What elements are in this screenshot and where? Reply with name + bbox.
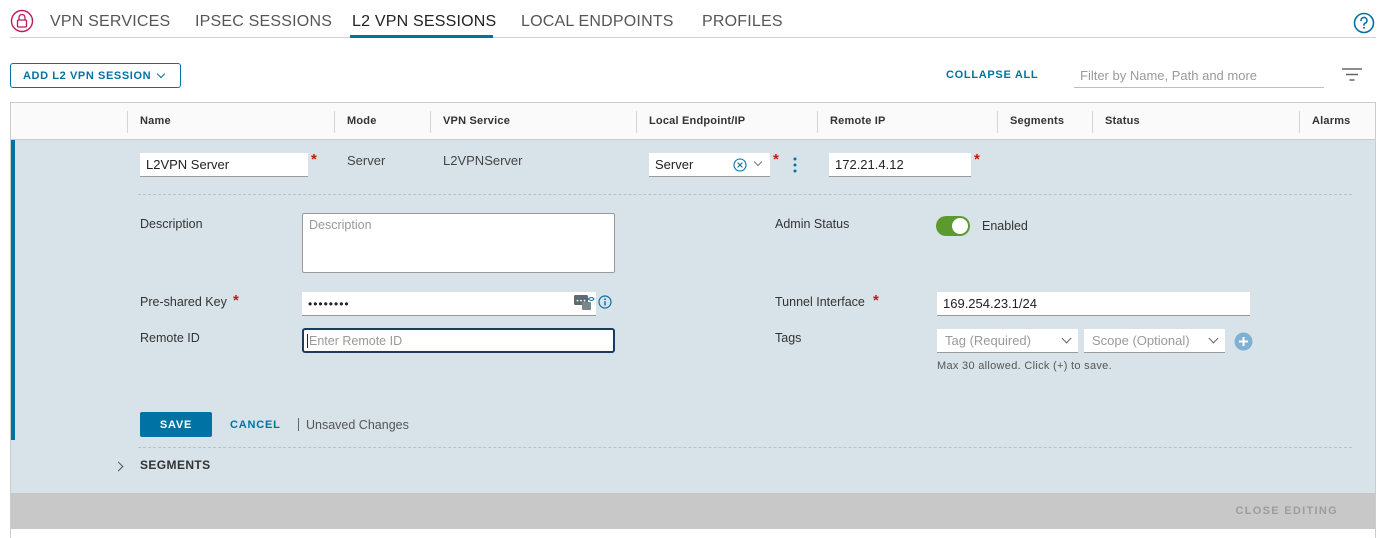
column-header-remote-ip[interactable]: Remote IP bbox=[830, 115, 886, 127]
tunnel-interface-input[interactable]: 169.254.23.1/24 bbox=[937, 292, 1250, 316]
save-label: SAVE bbox=[159, 418, 193, 431]
help-icon[interactable] bbox=[1353, 12, 1375, 34]
name-input[interactable]: L2VPN Server bbox=[140, 153, 308, 177]
local-endpoint-value: Server bbox=[655, 157, 694, 172]
scope-select[interactable]: Scope (Optional) bbox=[1084, 329, 1225, 353]
column-header-alarms[interactable]: Alarms bbox=[1312, 115, 1351, 127]
filter-icon[interactable] bbox=[1341, 67, 1363, 83]
add-l2-vpn-session-button[interactable]: ADD L2 VPN SESSION bbox=[10, 63, 181, 88]
tags-helper-text: Max 30 allowed. Click (+) to save. bbox=[937, 360, 1112, 372]
column-header-name[interactable]: Name bbox=[140, 115, 171, 127]
top-nav: VPN SERVICES IPSEC SESSIONS L2 VPN SESSI… bbox=[0, 0, 1386, 40]
column-header-local-endpoint[interactable]: Local Endpoint/IP bbox=[649, 115, 745, 127]
description-label: Description bbox=[140, 217, 203, 231]
column-separator bbox=[1299, 111, 1300, 133]
tab-local-endpoints[interactable]: LOCAL ENDPOINTS bbox=[521, 13, 674, 31]
edit-row-indicator bbox=[11, 140, 15, 440]
remote-id-input[interactable]: Enter Remote ID bbox=[302, 328, 615, 353]
chevron-down-icon bbox=[1208, 333, 1219, 344]
chevron-right-icon[interactable] bbox=[113, 461, 124, 472]
vpn-lock-icon bbox=[10, 9, 34, 33]
description-textarea[interactable]: Description bbox=[302, 213, 615, 273]
column-separator bbox=[997, 111, 998, 133]
column-header-mode[interactable]: Mode bbox=[347, 115, 377, 127]
add-tag-icon[interactable] bbox=[1234, 332, 1253, 351]
admin-status-toggle[interactable] bbox=[936, 216, 970, 236]
tab-profiles[interactable]: PROFILES bbox=[702, 13, 783, 31]
column-header-vpn-service[interactable]: VPN Service bbox=[443, 115, 510, 127]
required-marker: * bbox=[873, 292, 879, 309]
sessions-grid: Name Mode VPN Service Local Endpoint/IP … bbox=[10, 102, 1376, 538]
nav-divider bbox=[10, 37, 1376, 38]
tunnel-interface-value: 169.254.23.1/24 bbox=[943, 296, 1037, 311]
divider bbox=[138, 447, 1352, 448]
edit-footer-bar: CLOSE EDITING bbox=[11, 493, 1375, 529]
info-icon[interactable] bbox=[598, 295, 612, 309]
divider bbox=[298, 418, 299, 431]
required-marker: * bbox=[773, 151, 779, 168]
show-password-icon[interactable]: ••• bbox=[573, 293, 595, 311]
text-cursor bbox=[307, 333, 308, 348]
required-marker: * bbox=[311, 151, 317, 168]
segments-section-toggle[interactable]: SEGMENTS bbox=[140, 458, 211, 472]
tunnel-interface-label: Tunnel Interface bbox=[775, 295, 865, 309]
save-button[interactable]: SAVE bbox=[140, 412, 212, 437]
column-separator bbox=[127, 111, 128, 133]
tag-placeholder: Tag (Required) bbox=[945, 333, 1031, 348]
tab-l2-vpn-sessions[interactable]: L2 VPN SESSIONS bbox=[352, 13, 496, 31]
pre-shared-key-value: •••••••• bbox=[308, 296, 350, 311]
scope-placeholder: Scope (Optional) bbox=[1092, 333, 1190, 348]
mode-value: Server bbox=[347, 153, 386, 168]
collapse-all-button[interactable]: COLLAPSE ALL bbox=[946, 69, 1038, 81]
admin-status-value: Enabled bbox=[982, 219, 1028, 233]
add-session-label: ADD L2 VPN SESSION bbox=[23, 69, 152, 82]
close-editing-button[interactable]: CLOSE EDITING bbox=[1236, 505, 1338, 517]
tags-label: Tags bbox=[775, 331, 802, 345]
column-separator bbox=[334, 111, 335, 133]
tab-vpn-services[interactable]: VPN SERVICES bbox=[50, 13, 170, 31]
remote-id-placeholder: Enter Remote ID bbox=[309, 333, 403, 348]
remote-id-label: Remote ID bbox=[140, 331, 200, 345]
divider bbox=[138, 194, 1352, 195]
remote-ip-input[interactable]: 172.21.4.12 bbox=[829, 153, 971, 177]
column-separator bbox=[1092, 111, 1093, 133]
column-separator bbox=[636, 111, 637, 133]
description-placeholder: Description bbox=[309, 218, 372, 232]
unsaved-changes-text: Unsaved Changes bbox=[306, 418, 409, 432]
column-separator bbox=[430, 111, 431, 133]
session-edit-row: L2VPN Server * Server L2VPNServer Server… bbox=[11, 140, 1375, 493]
more-options-icon[interactable] bbox=[792, 157, 798, 175]
cancel-button[interactable]: CANCEL bbox=[230, 419, 281, 431]
pre-shared-key-label: Pre-shared Key bbox=[140, 295, 227, 309]
local-endpoint-select[interactable]: Server bbox=[649, 153, 770, 177]
grid-header: Name Mode VPN Service Local Endpoint/IP … bbox=[11, 103, 1375, 140]
required-marker: * bbox=[233, 292, 239, 309]
filter-input[interactable] bbox=[1074, 64, 1324, 88]
tag-select[interactable]: Tag (Required) bbox=[937, 329, 1078, 353]
column-separator bbox=[817, 111, 818, 133]
vpn-service-value: L2VPNServer bbox=[443, 153, 523, 168]
name-value: L2VPN Server bbox=[146, 157, 230, 172]
toggle-knob bbox=[952, 218, 968, 234]
pre-shared-key-input[interactable]: •••••••• bbox=[302, 292, 596, 316]
admin-status-label: Admin Status bbox=[775, 217, 850, 231]
chevron-down-icon bbox=[156, 69, 166, 79]
column-header-segments[interactable]: Segments bbox=[1010, 115, 1064, 127]
chevron-down-icon bbox=[1061, 333, 1072, 344]
required-marker: * bbox=[974, 151, 980, 168]
column-header-status[interactable]: Status bbox=[1105, 115, 1140, 127]
remote-ip-value: 172.21.4.12 bbox=[835, 157, 904, 172]
clear-icon[interactable] bbox=[733, 158, 747, 172]
tab-ipsec-sessions[interactable]: IPSEC SESSIONS bbox=[195, 13, 332, 31]
chevron-down-icon[interactable] bbox=[753, 157, 763, 167]
active-tab-indicator bbox=[350, 35, 493, 38]
